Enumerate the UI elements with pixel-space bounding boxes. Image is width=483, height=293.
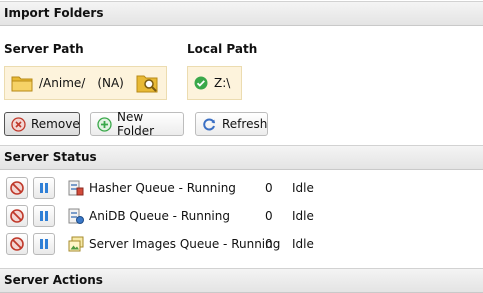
stop-button[interactable] [6, 233, 28, 255]
server-path-entry[interactable]: /Anime/ (NA) [4, 66, 167, 100]
queue-row-anidb: AniDB Queue - Running 0 Idle [0, 202, 483, 230]
queue-state: Idle [292, 209, 314, 223]
queue-count: 0 [265, 181, 273, 195]
remove-button-label: Remove [31, 117, 80, 131]
import-folders-header: Import Folders [0, 1, 483, 26]
queue-name: AniDB Queue - Running [89, 209, 230, 223]
folder-search-icon[interactable] [136, 72, 158, 94]
add-icon [97, 116, 112, 132]
local-path-entry[interactable]: Z:\ [187, 66, 242, 100]
local-path-value: Z:\ [214, 76, 231, 90]
refresh-icon [202, 117, 217, 132]
pause-icon [40, 211, 48, 221]
server-path-label: Server Path [4, 42, 84, 56]
stop-icon [10, 237, 24, 251]
server-status-title: Server Status [4, 150, 97, 164]
queue-state: Idle [292, 237, 314, 251]
images-queue-icon [68, 236, 84, 252]
pause-button[interactable] [33, 205, 55, 227]
queue-name: Server Images Queue - Running [89, 237, 281, 251]
refresh-button-label: Refresh [222, 117, 268, 131]
stop-button[interactable] [6, 177, 28, 199]
pause-button[interactable] [33, 177, 55, 199]
server-actions-title: Server Actions [4, 273, 103, 287]
remove-button[interactable]: Remove [4, 112, 80, 136]
stop-button[interactable] [6, 205, 28, 227]
server-path-value: /Anime/ [39, 76, 86, 90]
stop-icon [10, 181, 24, 195]
anidb-queue-icon [68, 208, 84, 224]
folder-icon [11, 74, 33, 92]
refresh-button[interactable]: Refresh [195, 112, 268, 136]
queue-count: 0 [265, 237, 273, 251]
queue-row-hasher: Hasher Queue - Running 0 Idle [0, 174, 483, 202]
local-path-label: Local Path [187, 42, 258, 56]
hasher-queue-icon [68, 180, 84, 196]
stop-icon [10, 209, 24, 223]
remove-icon [11, 116, 26, 132]
queue-count: 0 [265, 209, 273, 223]
queue-name: Hasher Queue - Running [89, 181, 236, 195]
check-icon [194, 76, 208, 90]
queue-row-server-images: Server Images Queue - Running 0 Idle [0, 230, 483, 258]
import-folders-title: Import Folders [4, 6, 104, 20]
pause-button[interactable] [33, 233, 55, 255]
server-status-header: Server Status [0, 145, 483, 170]
server-path-note: (NA) [97, 76, 124, 90]
server-actions-header: Server Actions [0, 268, 483, 293]
new-folder-button[interactable]: New Folder [90, 110, 184, 138]
pause-icon [40, 183, 48, 193]
new-folder-button-label: New Folder [117, 110, 155, 138]
pause-icon [40, 239, 48, 249]
queue-state: Idle [292, 181, 314, 195]
